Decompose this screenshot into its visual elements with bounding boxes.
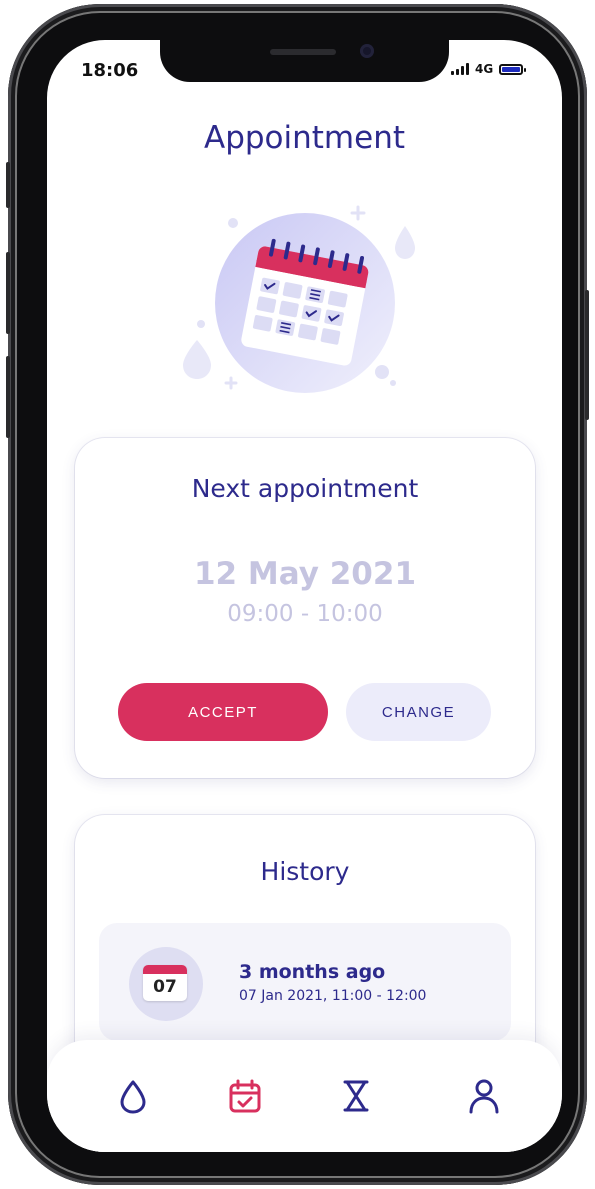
battery-icon: [499, 63, 527, 75]
history-relative-time: 3 months ago: [239, 961, 386, 983]
volume-up-button: [6, 252, 10, 334]
page-title: Appointment: [203, 120, 405, 156]
appointment-time: 09:00 - 10:00: [227, 601, 383, 627]
tab-appointments[interactable]: [225, 1076, 265, 1116]
signal-icon: [451, 63, 469, 75]
calendar-illustration: [183, 205, 415, 393]
appointment-date: 12 May 2021: [193, 556, 417, 592]
status-time: 18:06: [81, 60, 139, 81]
drop-icon: [120, 1080, 146, 1114]
hourglass-icon: [343, 1080, 369, 1112]
network-label: 4G: [475, 62, 494, 76]
status-indicators: 4G: [451, 62, 527, 76]
bottom-tab-bar: [47, 1040, 562, 1152]
speaker-grille: [270, 49, 336, 55]
history-day: 07: [153, 977, 177, 997]
tab-drop[interactable]: [113, 1076, 153, 1116]
history-detail: 07 Jan 2021, 11:00 - 12:00: [239, 988, 427, 1004]
history-list-item[interactable]: 07 3 months ago 07 Jan 2021, 11:00 - 12:…: [99, 923, 511, 1041]
accept-button[interactable]: ACCEPT: [118, 683, 328, 741]
volume-down-button: [6, 356, 10, 438]
tab-profile[interactable]: [464, 1076, 504, 1116]
user-icon: [469, 1079, 499, 1114]
front-camera: [360, 44, 374, 58]
change-button[interactable]: CHANGE: [346, 683, 491, 741]
phone-screen: 18:06 4G Appointment Next appointment 12…: [47, 40, 562, 1152]
calendar-check-icon: [229, 1079, 261, 1113]
history-title: History: [260, 857, 350, 886]
power-button: [585, 290, 589, 420]
history-date-badge: 07: [129, 947, 203, 1021]
notch: [160, 40, 449, 82]
calendar-icon: 07: [143, 965, 187, 1001]
next-appointment-card: Next appointment 12 May 2021 09:00 - 10:…: [75, 438, 535, 778]
next-appointment-title: Next appointment: [191, 474, 419, 503]
tab-history[interactable]: [336, 1076, 376, 1116]
mute-switch: [6, 162, 10, 208]
